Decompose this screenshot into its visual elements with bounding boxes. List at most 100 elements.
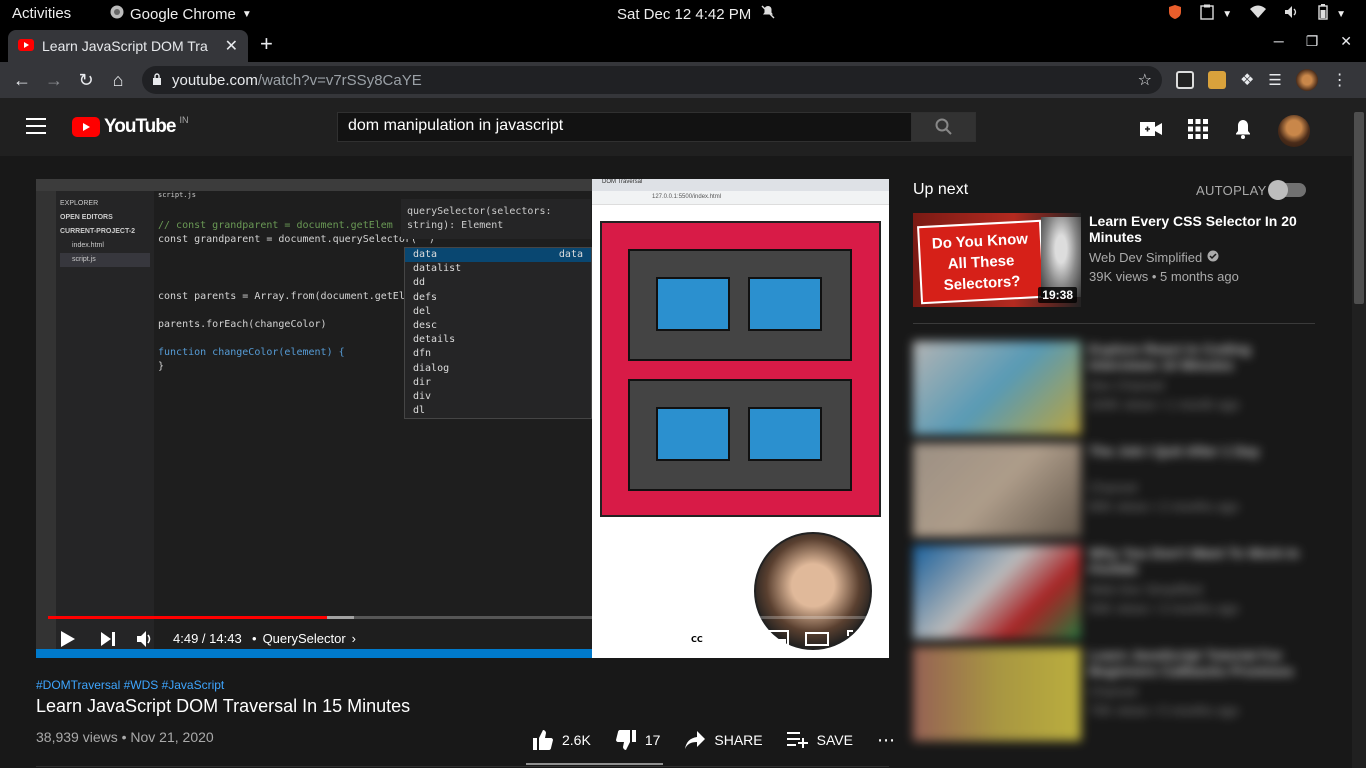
close-window-icon[interactable]: ✕: [1340, 33, 1352, 50]
youtube-logo[interactable]: YouTube IN: [72, 115, 188, 138]
recommended-video[interactable]: Do You Know All These Selectors? 19:38 L…: [913, 213, 1333, 307]
like-count: 2.6K: [562, 732, 591, 748]
code-line: function changeColor(element) {: [158, 347, 345, 358]
video-hashtags[interactable]: #DOMTraversal #WDS #JavaScript: [36, 678, 224, 692]
recommended-video[interactable]: Why You Don't Want To Work In FAANG Web …: [913, 545, 1333, 639]
video-thumbnail: [913, 443, 1081, 537]
battery-icon: [1318, 4, 1328, 24]
save-label: SAVE: [816, 732, 853, 748]
share-arrow-icon: [685, 731, 706, 749]
autoplay-toggle[interactable]: [1268, 180, 1306, 200]
progress-bar-played: [48, 616, 327, 619]
address-bar[interactable]: youtube.com/watch?v=v7rSSy8CaYE ☆: [142, 66, 1162, 94]
search-button[interactable]: [911, 112, 976, 142]
video-thumbnail: [913, 341, 1081, 435]
child-box: [656, 407, 730, 461]
tab-title: Learn JavaScript DOM Tra: [42, 38, 208, 54]
reload-button[interactable]: ↻: [74, 68, 98, 92]
back-button[interactable]: ←: [10, 68, 34, 92]
video-duration: 19:38: [1038, 287, 1077, 303]
thumbnail-banner: Do You Know All These Selectors?: [917, 219, 1045, 305]
maximize-icon[interactable]: ❐: [1306, 33, 1319, 50]
search-input[interactable]: dom manipulation in javascript: [337, 112, 912, 142]
suggestion-item: data data: [405, 248, 591, 263]
hint-return: string): Element: [407, 220, 504, 231]
thumbnail-text: Do You Know All These Selectors?: [931, 230, 1029, 294]
page-scrollbar[interactable]: [1352, 98, 1366, 768]
media-queue-icon[interactable]: ☰: [1268, 71, 1281, 89]
wifi-icon: [1250, 5, 1267, 23]
fullscreen-button[interactable]: [847, 630, 865, 648]
recommended-video[interactable]: Learn JavaScript Tutorial For Beginners …: [913, 647, 1333, 741]
child-box: [656, 277, 730, 331]
like-button[interactable]: 2.6K: [532, 729, 591, 751]
apps-grid-icon[interactable]: [1188, 118, 1208, 144]
clipboard-icon: [1200, 4, 1214, 24]
recommended-video[interactable]: The Job I Quit After 1 Day Channel 80K v…: [913, 443, 1333, 537]
profile-avatar[interactable]: [1295, 69, 1318, 91]
next-button[interactable]: [100, 631, 116, 647]
dislike-button[interactable]: 17: [615, 729, 660, 751]
forward-button[interactable]: →: [42, 68, 66, 92]
youtube-favicon-icon: [18, 38, 34, 54]
chapter-title[interactable]: • QuerySelector ›: [252, 631, 356, 646]
create-video-icon[interactable]: [1140, 121, 1162, 142]
notifications-bell-icon[interactable]: [1234, 119, 1252, 144]
account-avatar[interactable]: [1278, 115, 1310, 147]
logo-text: YouTube: [104, 116, 176, 137]
bookmark-star-icon[interactable]: ☆: [1138, 70, 1152, 90]
channel-name: Web Dev Simplified: [1089, 582, 1203, 597]
extension-m-icon[interactable]: [1176, 71, 1194, 89]
video-player[interactable]: EXPLORER OPEN EDITORS CURRENT-PROJECT-2 …: [36, 179, 889, 658]
scrollbar-thumb[interactable]: [1354, 112, 1364, 304]
save-button[interactable]: SAVE: [786, 731, 853, 749]
explorer-header: EXPLORER: [60, 200, 99, 207]
project-name: CURRENT-PROJECT-2: [60, 228, 136, 235]
vscode-statusbar: [36, 649, 592, 658]
up-next-heading: Up next: [913, 181, 969, 198]
suggestion-item: details: [413, 334, 456, 346]
system-tray[interactable]: ▼ ▼: [1168, 4, 1346, 24]
miniplayer-button[interactable]: [765, 630, 789, 648]
chrome-app-icon: [110, 5, 124, 23]
minimize-icon[interactable]: ─: [1274, 33, 1284, 50]
suggestion-item: dd: [413, 277, 426, 289]
header-actions: [1140, 115, 1310, 147]
code-line: const grandparent = document.querySelect…: [158, 234, 435, 245]
notifications-off-icon: [761, 5, 775, 23]
chrome-menu-icon[interactable]: ⋮: [1332, 70, 1348, 90]
signature-hint: querySelector(selectors: string): Elemen…: [401, 199, 591, 239]
child-box: [748, 407, 822, 461]
guide-menu-icon[interactable]: [26, 118, 46, 134]
new-tab-button[interactable]: +: [260, 31, 273, 57]
video-thumbnail: [913, 545, 1081, 639]
settings-button[interactable]: [726, 629, 746, 649]
captions-button[interactable]: CC: [686, 631, 708, 647]
play-button[interactable]: [60, 630, 76, 648]
activities-button[interactable]: Activities: [12, 5, 71, 22]
video-thumbnail: [913, 647, 1081, 741]
gear-icon: [727, 630, 745, 648]
tab-close-icon[interactable]: ✕: [225, 36, 238, 56]
suggestion-item: dir: [413, 376, 432, 388]
time-display: 4:49 / 14:43: [173, 631, 242, 646]
theater-mode-button[interactable]: [805, 632, 829, 646]
youtube-header: YouTube IN dom manipulation in javascrip…: [0, 98, 1366, 156]
share-button[interactable]: SHARE: [684, 730, 763, 750]
extension-crown-icon[interactable]: [1208, 71, 1226, 89]
recommended-video[interactable]: Explore React in Coding Interviews 10 Mi…: [913, 341, 1333, 435]
more-actions-button[interactable]: ⋯: [877, 730, 896, 751]
home-button[interactable]: ⌂: [106, 68, 130, 92]
channel-name[interactable]: Web Dev Simplified: [1089, 250, 1202, 265]
browser-tab-active[interactable]: Learn JavaScript DOM Tra ✕: [8, 30, 248, 62]
video-thumbnail[interactable]: Do You Know All These Selectors? 19:38: [913, 213, 1081, 307]
url-path: /watch?v=v7rSSy8CaYE: [257, 71, 422, 89]
code-line: }: [158, 361, 165, 372]
suggestion-detail: data: [558, 249, 583, 260]
app-menu[interactable]: Google Chrome ▼: [110, 5, 252, 23]
mute-button[interactable]: [136, 630, 154, 648]
svg-text:CC: CC: [691, 635, 703, 644]
captions-icon: CC: [687, 632, 707, 646]
extensions-puzzle-icon[interactable]: ❖: [1240, 70, 1254, 90]
clock[interactable]: Sat Dec 12 4:42 PM: [617, 5, 775, 23]
